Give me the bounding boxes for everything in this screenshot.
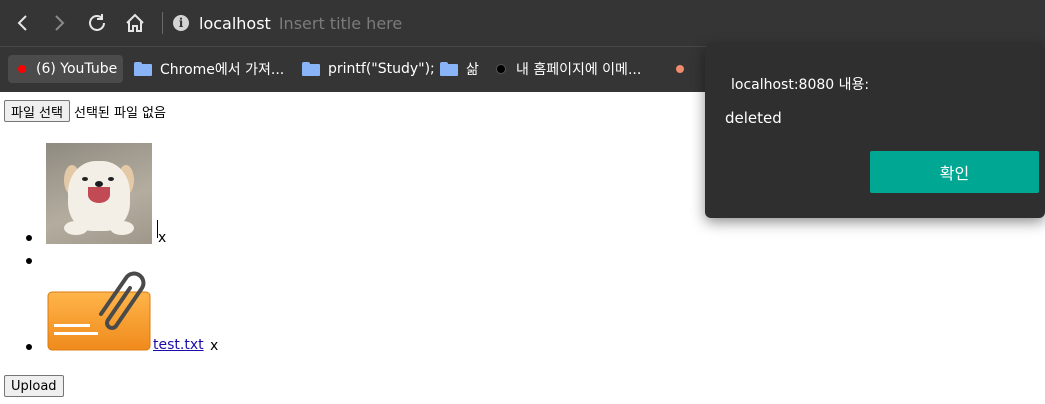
remove-image-button[interactable]: x bbox=[158, 230, 166, 246]
folder-icon bbox=[134, 62, 152, 76]
forward-button[interactable] bbox=[44, 8, 74, 38]
list-bullet bbox=[26, 344, 32, 350]
address-divider bbox=[162, 12, 163, 34]
bookmark-other[interactable] bbox=[676, 55, 694, 83]
file-input: 파일 선택 선택된 파일 없음 bbox=[4, 100, 166, 122]
bookmark-printf-folder[interactable]: printf("Study"); bbox=[302, 55, 435, 83]
choose-file-button[interactable]: 파일 선택 bbox=[4, 100, 70, 122]
address-title: Insert title here bbox=[278, 13, 403, 33]
puppy-eye bbox=[82, 177, 88, 181]
bookmark-label: (6) YouTube bbox=[36, 61, 118, 77]
bookmark-label: 내 홈페이지에 이메... bbox=[516, 62, 642, 78]
puppy-paw bbox=[64, 221, 88, 235]
orange-dot-icon bbox=[676, 65, 684, 73]
bookmark-homepage[interactable]: 내 홈페이지에 이메... bbox=[496, 55, 641, 83]
file-link[interactable]: test.txt bbox=[153, 337, 204, 353]
list-bullet bbox=[26, 258, 32, 264]
bookmark-chrome-folder[interactable]: Chrome에서 가져... bbox=[134, 55, 284, 83]
forward-arrow-icon bbox=[55, 15, 65, 31]
list-bullet bbox=[26, 235, 32, 241]
browser-toolbar: i localhost Insert title here bbox=[0, 0, 1045, 46]
file-input-status: 선택된 파일 없음 bbox=[73, 105, 166, 121]
folder-icon bbox=[302, 62, 320, 76]
bookmark-label: 삶 bbox=[466, 62, 479, 78]
folder-icon bbox=[440, 62, 458, 76]
alert-title: localhost:8080 내용: bbox=[731, 77, 870, 93]
bookmark-label: printf("Study"); bbox=[328, 61, 435, 77]
alert-dialog: localhost:8080 내용: deleted 확인 bbox=[705, 44, 1045, 218]
bookmark-youtube[interactable]: (6) YouTube bbox=[8, 55, 124, 83]
upload-button[interactable]: Upload bbox=[4, 375, 64, 397]
reload-icon bbox=[89, 14, 105, 31]
alert-message: deleted bbox=[725, 109, 782, 127]
back-arrow-icon bbox=[17, 15, 27, 31]
home-button[interactable] bbox=[120, 8, 150, 38]
bookmark-life-folder[interactable]: 삶 bbox=[440, 55, 479, 83]
ok-button[interactable]: 확인 bbox=[870, 151, 1039, 193]
puppy-image bbox=[46, 143, 152, 244]
back-button[interactable] bbox=[8, 8, 38, 38]
attachment-icon bbox=[47, 271, 151, 351]
puppy-eye bbox=[108, 177, 114, 181]
bookmark-label: Chrome에서 가져... bbox=[160, 62, 285, 78]
address-bar[interactable]: i localhost Insert title here bbox=[162, 8, 1045, 38]
remove-file-button[interactable]: x bbox=[210, 338, 218, 354]
youtube-dot-icon bbox=[18, 65, 26, 73]
puppy-paw bbox=[110, 221, 134, 235]
puppy-mouth bbox=[88, 187, 110, 203]
address-host: localhost bbox=[199, 13, 271, 33]
black-dot-icon bbox=[496, 64, 506, 74]
home-icon bbox=[126, 13, 144, 32]
info-icon[interactable]: i bbox=[173, 15, 189, 31]
reload-button[interactable] bbox=[82, 8, 112, 38]
